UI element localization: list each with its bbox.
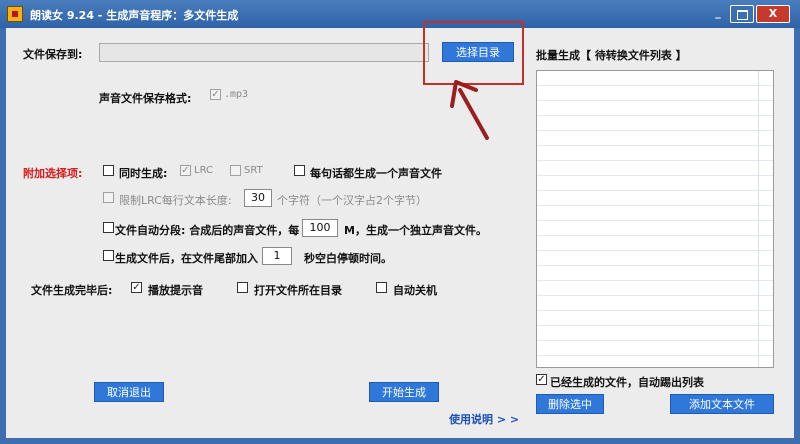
maximize-button[interactable] bbox=[730, 5, 754, 23]
append-silence-suffix: 秒空白停顿时间。 bbox=[304, 252, 392, 265]
sync-generate-label: 同时生成: bbox=[119, 167, 168, 180]
pending-file-list[interactable] bbox=[536, 70, 774, 368]
per-sentence-checkbox[interactable] bbox=[294, 165, 305, 176]
window-border-bottom bbox=[0, 438, 800, 444]
cancel-exit-button[interactable]: 取消退出 bbox=[94, 382, 164, 402]
open-directory-label: 打开文件所在目录 bbox=[254, 284, 342, 297]
add-text-file-button[interactable]: 添加文本文件 bbox=[670, 394, 774, 414]
format-mp3-label: .mp3 bbox=[224, 89, 249, 100]
maximize-icon bbox=[736, 10, 748, 20]
srt-checkbox[interactable] bbox=[230, 165, 241, 176]
window-border-right bbox=[794, 28, 800, 444]
lrc-label: LRC bbox=[194, 165, 214, 176]
start-generate-button[interactable]: 开始生成 bbox=[369, 382, 439, 402]
app-logo-icon bbox=[7, 6, 23, 22]
title-bar[interactable]: 朗读女 9.24 - 生成声音程序：多文件生成 _ X bbox=[0, 0, 800, 28]
sync-generate-checkbox[interactable] bbox=[103, 165, 114, 176]
lrc-checkbox[interactable]: ✓ bbox=[180, 165, 191, 176]
auto-split-label: 文件自动分段: 合成后的声音文件，每 bbox=[115, 224, 300, 237]
append-silence-label: 生成文件后，在文件尾部加入 bbox=[115, 252, 258, 265]
remove-done-checkbox[interactable]: ✓ bbox=[536, 374, 547, 385]
close-button[interactable]: X bbox=[756, 5, 790, 23]
play-sound-checkbox[interactable]: ✓ bbox=[131, 282, 142, 293]
append-silence-checkbox[interactable] bbox=[103, 250, 114, 261]
delete-selected-button[interactable]: 删除选中 bbox=[536, 394, 604, 414]
per-sentence-label: 每句话都生成一个声音文件 bbox=[310, 167, 442, 180]
auto-shutdown-label: 自动关机 bbox=[393, 284, 437, 297]
play-sound-label: 播放提示音 bbox=[148, 284, 203, 297]
format-label: 声音文件保存格式: bbox=[99, 92, 192, 105]
save-to-label: 文件保存到: bbox=[23, 48, 83, 61]
srt-label: SRT bbox=[244, 165, 263, 176]
limit-lrc-suffix: 个字符（一个汉字占2个字节） bbox=[277, 194, 427, 207]
annotation-arrow-icon bbox=[450, 80, 489, 140]
after-complete-label: 文件生成完毕后: bbox=[31, 284, 113, 297]
save-path-input[interactable] bbox=[99, 43, 429, 62]
window-title: 朗读女 9.24 - 生成声音程序：多文件生成 bbox=[30, 9, 239, 22]
limit-lrc-label: 限制LRC每行文本长度: bbox=[119, 194, 232, 207]
auto-shutdown-checkbox[interactable] bbox=[376, 282, 387, 293]
auto-split-suffix: M，生成一个独立声音文件。 bbox=[344, 224, 487, 237]
auto-split-checkbox[interactable] bbox=[103, 222, 114, 233]
limit-lrc-input[interactable]: 30 bbox=[244, 189, 272, 207]
append-silence-input[interactable]: 1 bbox=[262, 247, 292, 265]
batch-list-title: 批量生成【 待转换文件列表 】 bbox=[536, 49, 687, 62]
open-directory-checkbox[interactable] bbox=[237, 282, 248, 293]
help-link[interactable]: 使用说明 > > bbox=[449, 411, 519, 427]
minimize-button[interactable]: _ bbox=[706, 5, 730, 23]
remove-done-label: 已经生成的文件，自动踢出列表 bbox=[550, 376, 704, 389]
auto-split-size-input[interactable]: 100 bbox=[302, 219, 338, 237]
options-section-label: 附加选择项: bbox=[23, 167, 83, 180]
list-grid bbox=[537, 71, 773, 367]
limit-lrc-checkbox[interactable] bbox=[103, 192, 114, 203]
format-mp3-checkbox[interactable]: ✓ bbox=[210, 89, 221, 100]
